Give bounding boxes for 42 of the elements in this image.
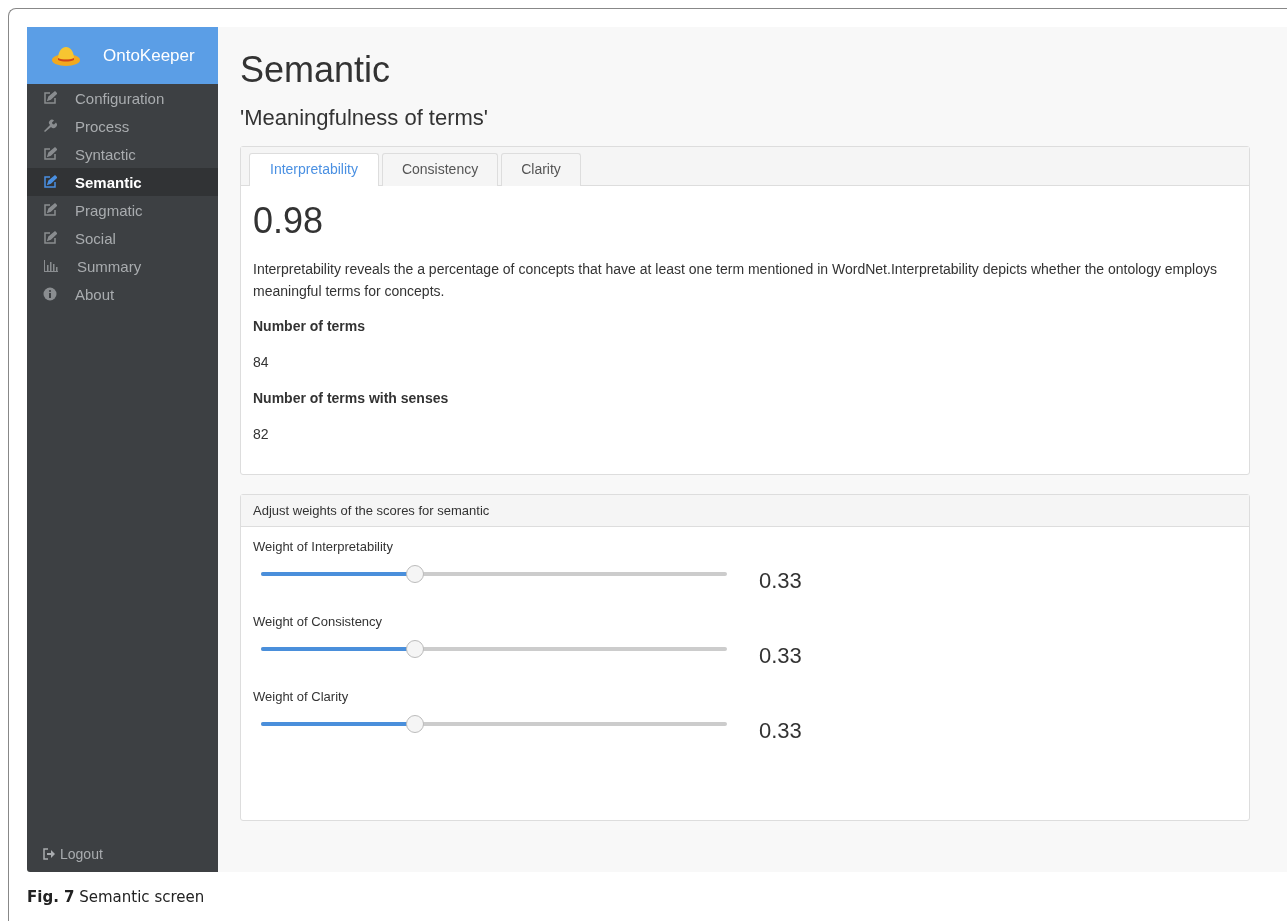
tab[interactable]: Interpretability (249, 153, 379, 186)
description-text: Interpretability reveals the a percentage of concepts that have at least one term mentioned in WordNet.Interpretability depicts whether the ontology employs meaningful terms for concepts. (253, 260, 1218, 301)
weight-slider[interactable] (261, 565, 727, 583)
page-title: Semantic (240, 49, 392, 91)
bar-chart-icon (43, 259, 59, 273)
sidebar-item[interactable]: Configuration (27, 84, 218, 112)
figure-caption: Fig. 7 Semantic screen (27, 888, 206, 906)
field-label: Number of terms with senses (253, 390, 450, 406)
sidebar-item[interactable]: Social (27, 224, 218, 252)
page-subtitle: 'Meaningfulness of terms' (240, 105, 490, 131)
edit-icon (43, 175, 57, 189)
tab[interactable]: Consistency (381, 153, 499, 186)
edit-icon (43, 231, 57, 245)
wrench-icon (43, 119, 57, 133)
sidebar-item[interactable]: Pragmatic (27, 196, 218, 224)
slider-label: Weight of Consistency (253, 614, 384, 629)
score-value: 0.98 (253, 200, 325, 242)
tab[interactable]: Clarity (501, 153, 581, 186)
slider-label: Weight of Interpretability (253, 539, 394, 554)
sidebar-item[interactable]: Syntactic (27, 140, 218, 168)
slider-value: 0.33 (759, 567, 803, 594)
edit-icon (43, 91, 57, 105)
slider-value: 0.33 (759, 717, 803, 744)
hat-icon (51, 44, 81, 67)
sidebar-item[interactable]: Summary (27, 252, 218, 280)
edit-icon (43, 147, 57, 161)
sidebar-item[interactable]: Process (27, 112, 218, 140)
field-value: 84 (253, 354, 270, 370)
app-name: OntoKeeper (103, 45, 195, 66)
edit-icon (43, 203, 57, 217)
weight-slider[interactable] (261, 640, 727, 658)
field-value: 82 (253, 426, 270, 442)
info-icon (43, 287, 57, 301)
slider-label: Weight of Clarity (253, 689, 350, 704)
weight-slider[interactable] (261, 715, 727, 733)
sidebar-item[interactable]: Semantic (27, 168, 218, 196)
panel-heading: Adjust weights of the scores for semantic (241, 495, 1249, 527)
slider-value: 0.33 (759, 642, 803, 669)
sidebar-item[interactable]: About (27, 280, 218, 308)
field-label: Number of terms (253, 318, 367, 334)
logout-icon (43, 848, 56, 860)
logout-link[interactable]: Logout (27, 846, 218, 872)
